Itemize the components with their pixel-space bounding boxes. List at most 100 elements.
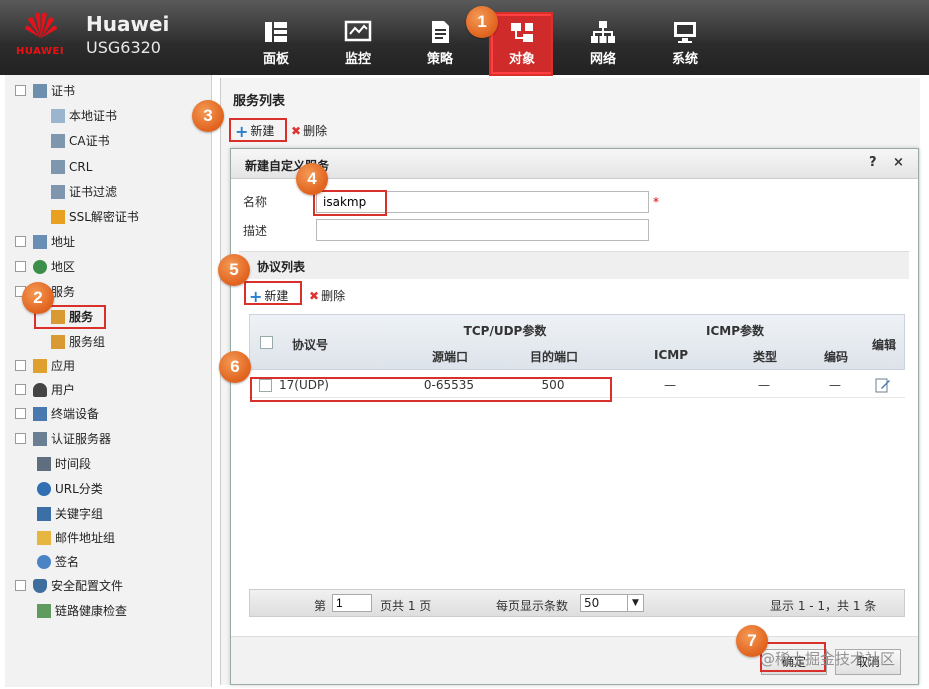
new-service-dialog: 新建自定义服务 ? × 名称 * 描述 协议列表 +新建 ✖删除 协议号 TCP… [230,148,919,685]
cert-icon [33,83,47,98]
per-page-label: 每页显示条数 [496,599,569,613]
cell-type: — [758,378,770,392]
tree-item-keyword-group[interactable]: 关键字组 [37,504,103,524]
delete-label: 删除 [321,289,346,303]
header-edit: 编辑 [871,338,896,352]
tree-item-application[interactable]: 应用 [15,356,75,376]
tree-item-crl[interactable]: CRL [51,157,92,177]
nav-label: 面板 [262,52,289,67]
tree-item-mail-group[interactable]: 邮件地址组 [37,528,115,548]
tree-item-security-profile[interactable]: 安全配置文件 [15,576,123,596]
nav-monitor[interactable]: 监控 [328,16,388,71]
help-icon[interactable]: ? [869,155,877,170]
protocol-list-section: 协议列表 [239,251,909,279]
required-mark: * [653,195,659,209]
tree-item-local-cert[interactable]: 本地证书 [51,106,117,126]
tree-item-signature[interactable]: 签名 [37,552,79,572]
delete-service-button[interactable]: ✖ 删除 [291,121,327,141]
expand-icon[interactable] [15,408,26,419]
tree-label: 证书过滤 [69,185,118,199]
tree-item-user[interactable]: 用户 [15,380,75,400]
tree-item-auth-server[interactable]: 认证服务器 [15,429,111,449]
globe-icon [37,481,51,496]
expand-icon[interactable] [15,580,26,591]
nav-network[interactable]: 网络 [573,16,633,71]
expand-icon[interactable] [15,236,26,247]
select-all-checkbox[interactable] [260,336,273,349]
highlight-protocol-row [250,377,612,402]
expand-icon[interactable] [15,261,26,272]
tree-item-link-health[interactable]: 链路健康检查 [37,601,127,621]
tree-item-ssl-cert[interactable]: SSL解密证书 [51,207,139,227]
region-icon [33,259,47,274]
brand-model: USG6320 [86,38,161,57]
cell-icmp: — [664,378,676,392]
edit-icon[interactable] [875,377,891,393]
tree-label: CRL [69,160,93,174]
step-marker-2: 2 [22,282,54,314]
tree-item-url-category[interactable]: URL分类 [37,479,103,499]
nav-label: 系统 [671,52,698,67]
nav-system[interactable]: 系统 [655,16,715,71]
header-dst-port: 目的端口 [529,350,578,364]
header-icmp: ICMP [653,348,688,362]
tree-label: 应用 [51,359,76,373]
delete-protocol-button[interactable]: ✖ 删除 [309,286,345,306]
collapse-icon[interactable] [15,85,26,96]
tree-item-region[interactable]: 地区 [15,257,75,277]
tree-label: 链路健康检查 [55,604,128,618]
page-input[interactable] [332,594,372,612]
tree-item-cert-filter[interactable]: 证书过滤 [51,182,117,202]
cert-icon [51,133,65,148]
tree-item-address[interactable]: 地址 [15,232,75,252]
address-icon [33,234,47,249]
expand-icon[interactable] [15,360,26,371]
highlight-object-tab [489,12,553,76]
tree-item-terminal[interactable]: 终端设备 [15,404,99,424]
delete-label: 删除 [303,124,328,138]
header-protocol: 协议号 [291,338,328,352]
description-input[interactable] [316,219,649,241]
step-marker-1: 1 [466,6,498,38]
step-marker-4: 4 [296,163,328,195]
filter-icon [51,184,65,199]
expand-icon[interactable] [15,384,26,395]
monitor-icon [344,20,372,42]
highlight-name-input [313,190,387,216]
page-label: 第 [314,599,327,613]
ssl-icon [51,209,65,224]
policy-icon [432,21,449,43]
per-page-select[interactable]: 50 ▼ [580,594,644,612]
highlight-new-protocol [244,281,302,305]
tree-item-time-range[interactable]: 时间段 [37,454,91,474]
page-total: 页共 1 页 [380,599,432,613]
pagination-bar: 第 页共 1 页 每页显示条数 50 ▼ 显示 1 - 1，共 1 条 [249,589,905,617]
user-icon [33,382,47,397]
tree-label: SSL解密证书 [69,210,139,224]
object-tree: 证书 本地证书 CA证书 CRL 证书过滤 SSL解密证书 地址 地区 服务 服… [5,75,212,687]
crl-icon [51,159,65,174]
dashboard-icon [265,22,287,42]
tree-item-service-group[interactable]: 服务组 [51,332,105,352]
brand-name: Huawei [86,12,170,36]
tree-item-ca-cert[interactable]: CA证书 [51,131,110,151]
chevron-down-icon: ▼ [627,595,643,611]
page-summary: 显示 1 - 1，共 1 条 [770,599,877,613]
nav-label: 网络 [589,52,616,67]
keyword-icon [37,506,51,521]
calendar-icon [37,456,51,471]
nav-policy[interactable]: 策略 [410,16,470,71]
header-src-port: 源端口 [431,350,468,364]
tree-item-cert[interactable]: 证书 [15,81,75,101]
tree-label: CA证书 [69,134,110,148]
expand-icon[interactable] [15,433,26,444]
shield-icon [33,578,47,593]
close-icon[interactable]: × [893,155,904,170]
mail-icon [37,530,51,545]
nav-dashboard[interactable]: 面板 [246,16,306,71]
delete-icon: ✖ [291,124,302,138]
delete-icon: ✖ [309,289,320,303]
cert-icon [51,108,65,123]
tree-label: URL分类 [55,482,103,496]
dialog-header: 新建自定义服务 ? × [231,149,918,179]
